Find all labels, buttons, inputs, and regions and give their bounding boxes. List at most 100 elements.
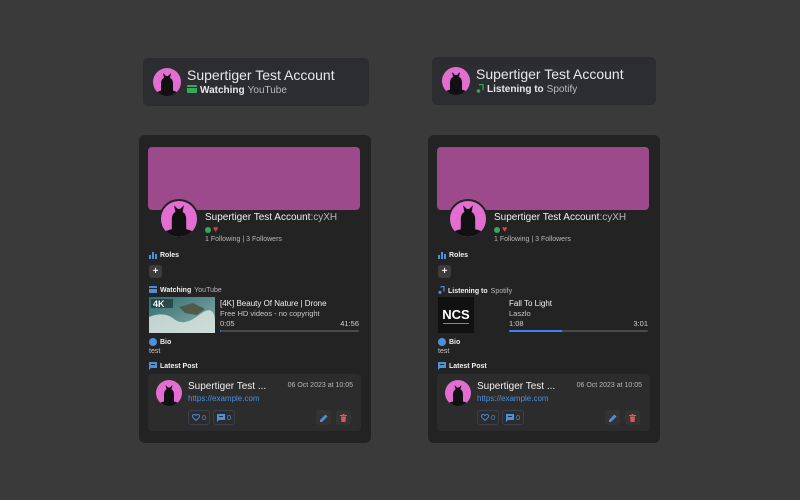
presence-pill-youtube[interactable]: Supertiger Test Account Watching YouTube [143, 58, 369, 106]
pill-activity-target: YouTube [247, 84, 287, 96]
profile-card-spotify: Supertiger Test Account:cyXH ♥ 1 Followi… [428, 135, 660, 443]
roles-icon [149, 252, 157, 259]
avatar [442, 67, 470, 95]
music-note-icon [438, 285, 445, 296]
activity-verb: Listening to [448, 287, 488, 295]
pill-activity-target: Spotify [546, 83, 578, 95]
progress-bar [509, 330, 648, 332]
activity-title: Fall To Light [509, 299, 552, 308]
pencil-icon [319, 414, 327, 422]
profile-username: Supertiger Test Account:cyXH [205, 212, 337, 223]
avatar [153, 68, 181, 96]
latest-post-heading: Latest Post [438, 362, 487, 370]
avatar[interactable] [448, 199, 488, 239]
comment-count: 0 [516, 413, 521, 422]
username-tag: :cyXH [599, 212, 627, 223]
roles-heading: Roles [438, 252, 468, 259]
post-author[interactable]: Supertiger Test ... [477, 381, 555, 392]
latest-post-label: Latest Post [160, 362, 198, 370]
profile-username: Supertiger Test Account:cyXH [494, 212, 626, 223]
time-total: 41:56 [340, 319, 359, 328]
like-count: 0 [202, 413, 207, 422]
pill-username: Supertiger Test Account [476, 65, 624, 82]
trash-icon [340, 413, 347, 422]
online-status-dot [494, 226, 500, 233]
post-link[interactable]: https://example.com [188, 394, 260, 403]
heart-outline-icon [481, 414, 489, 421]
activity-thumbnail: NCS [438, 297, 474, 333]
activity-verb: Watching [160, 287, 192, 294]
username-tag: :cyXH [310, 212, 338, 223]
roles-heading: Roles [149, 252, 179, 259]
youtube-icon [187, 85, 197, 96]
comment-button[interactable]: 0 [213, 410, 236, 425]
delete-button[interactable] [625, 410, 640, 425]
progress-fill [509, 330, 562, 332]
post-date: 06 Oct 2023 at 10:05 [576, 382, 642, 389]
thumbnail-badge: NCS [442, 307, 470, 322]
heart-icon: ♥ [502, 224, 508, 234]
activity-title: [4K] Beauty Of Nature | Drone [220, 299, 327, 308]
pill-username: Supertiger Test Account [187, 67, 335, 83]
edit-button[interactable] [316, 410, 331, 425]
pill-activity-verb: Watching [200, 84, 245, 96]
delete-button[interactable] [336, 410, 351, 425]
bio-heading: Bio [149, 338, 171, 346]
roles-label: Roles [449, 252, 469, 259]
post-link[interactable]: https://example.com [477, 394, 549, 403]
username-text: Supertiger Test Account [205, 212, 311, 223]
bio-label: Bio [449, 338, 461, 346]
heart-outline-icon [192, 414, 200, 421]
time-elapsed: 1:08 [509, 319, 524, 328]
add-role-button[interactable]: + [149, 265, 162, 278]
activity-subtitle: Laszlo [509, 309, 531, 318]
comment-button[interactable]: 0 [502, 410, 525, 425]
latest-post-label: Latest Post [449, 362, 487, 370]
avatar[interactable] [159, 199, 199, 239]
post-card[interactable]: Supertiger Test ... 06 Oct 2023 at 10:05… [437, 374, 650, 431]
like-count: 0 [491, 413, 496, 422]
trash-icon [629, 413, 636, 422]
roles-icon [438, 252, 446, 259]
profile-card-youtube: Supertiger Test Account:cyXH ♥ 1 Followi… [139, 135, 371, 443]
roles-label: Roles [160, 252, 180, 259]
online-status-dot [205, 226, 211, 233]
presence-pill-spotify[interactable]: Supertiger Test Account Listening to Spo… [432, 57, 656, 105]
avatar[interactable] [156, 380, 182, 406]
time-total: 3:01 [633, 319, 648, 328]
activity-target: Spotify [490, 287, 513, 295]
avatar[interactable] [445, 380, 471, 406]
thumbnail-badge: 4K [153, 299, 165, 309]
like-button[interactable]: 0 [188, 410, 211, 425]
edit-button[interactable] [605, 410, 620, 425]
bio-label: Bio [160, 338, 172, 346]
activity-heading: Watching YouTube [149, 286, 222, 295]
chat-icon [438, 362, 446, 370]
activity-target: YouTube [194, 287, 222, 294]
info-icon [438, 338, 446, 346]
chat-icon [149, 362, 157, 370]
post-date: 06 Oct 2023 at 10:05 [287, 382, 353, 389]
comment-icon [506, 413, 514, 422]
latest-post-heading: Latest Post [149, 362, 198, 370]
username-text: Supertiger Test Account [494, 212, 600, 223]
progress-bar [220, 330, 359, 332]
bio-text: test [438, 348, 450, 355]
time-elapsed: 0:05 [220, 319, 235, 328]
like-button[interactable]: 0 [477, 410, 500, 425]
post-author[interactable]: Supertiger Test ... [188, 381, 266, 392]
follow-counts[interactable]: 1 Following | 3 Followers [494, 236, 571, 243]
activity-heading: Listening to Spotify [438, 285, 513, 296]
pencil-icon [608, 414, 616, 422]
comment-count: 0 [227, 413, 232, 422]
activity-thumbnail: 4K [149, 297, 215, 333]
bio-heading: Bio [438, 338, 460, 346]
bio-text: test [149, 348, 161, 355]
add-role-button[interactable]: + [438, 265, 451, 278]
pill-activity-verb: Listening to [487, 83, 544, 95]
follow-counts[interactable]: 1 Following | 3 Followers [205, 236, 282, 243]
music-note-icon [476, 82, 484, 96]
info-icon [149, 338, 157, 346]
activity-subtitle: Free HD videos - no copyright [220, 309, 320, 318]
post-card[interactable]: Supertiger Test ... 06 Oct 2023 at 10:05… [148, 374, 361, 431]
